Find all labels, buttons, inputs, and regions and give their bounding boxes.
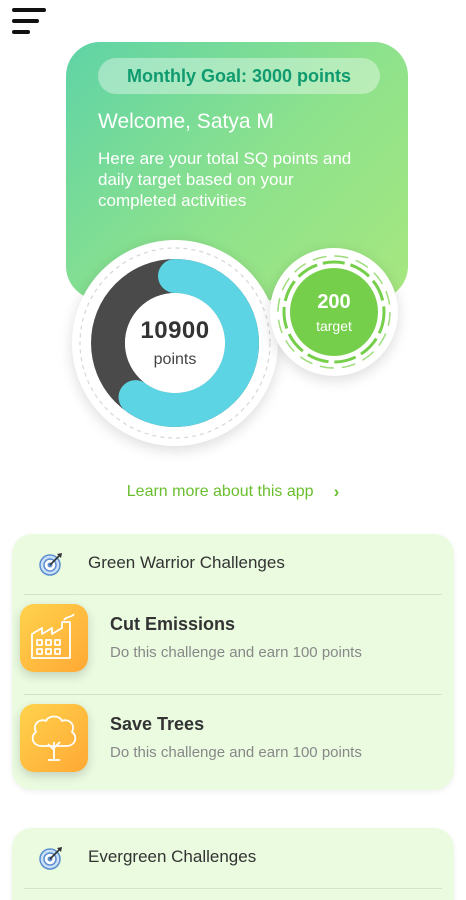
target-center: 200 target [290,268,378,356]
target-icon [39,553,62,576]
target-badge: 200 target [270,248,398,376]
points-value: 10900 [140,317,210,344]
points-label: points [153,351,197,368]
learn-more-link[interactable]: Learn more about this app › [0,478,466,506]
card-title: Evergreen Challenges [88,847,257,866]
points-ring: 10900 points [72,240,278,446]
challenge-description: Do this challenge and earn 100 points [110,644,362,661]
card-title: Green Warrior Challenges [88,553,285,572]
card-header: Evergreen Challenges [12,828,454,888]
monthly-goal-badge: Monthly Goal: 3000 points [98,58,380,94]
divider [24,694,442,695]
tree-icon [20,704,88,772]
green-warrior-card: Green Warrior Challenges Cut Emissions D… [12,534,454,790]
hero-description: Here are your total SQ points and daily … [98,149,352,210]
welcome-text: Welcome, Satya M [98,110,274,133]
factory-icon [20,604,88,672]
points-center: 10900 points [125,293,225,393]
card-header: Green Warrior Challenges [12,534,454,594]
challenge-description: Do this challenge and earn 100 points [110,744,362,761]
learn-more-label: Learn more about this app [126,483,314,500]
challenge-title: Cut Emissions [110,614,236,634]
target-label: target [316,317,352,334]
challenge-item-cut-emissions[interactable]: Cut Emissions Do this challenge and earn… [12,596,454,686]
menu-icon[interactable] [12,8,48,34]
divider [24,594,442,595]
divider [24,888,442,889]
target-value: 200 [317,290,351,313]
challenge-item-save-trees[interactable]: Save Trees Do this challenge and earn 10… [12,696,454,786]
evergreen-card: Evergreen Challenges [12,828,454,900]
challenge-title: Save Trees [110,714,205,734]
chevron-right-icon: › [333,482,340,501]
target-icon [39,847,62,870]
